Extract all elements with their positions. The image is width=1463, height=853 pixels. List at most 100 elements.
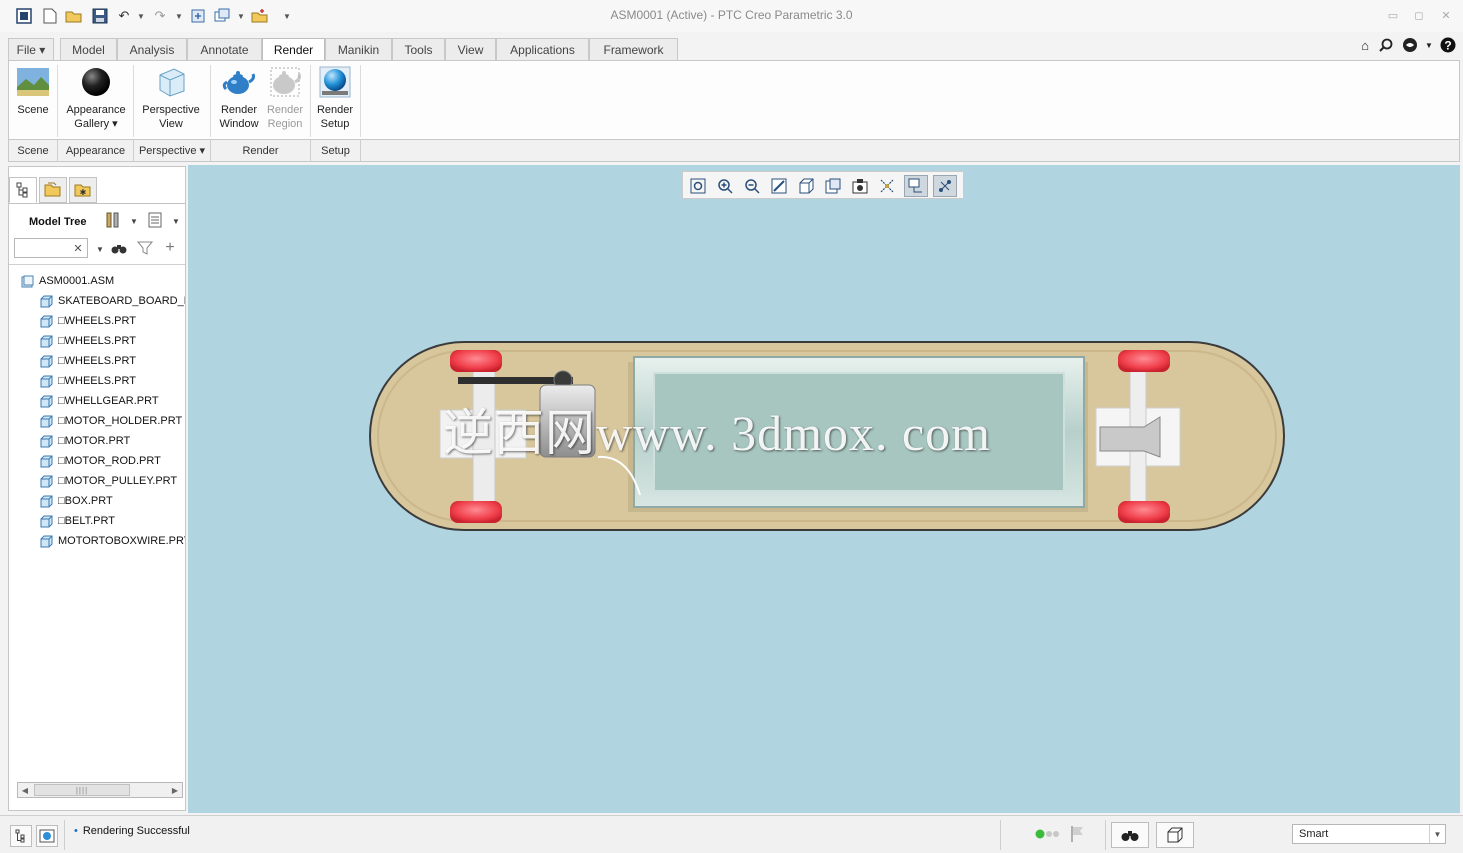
scroll-right-icon[interactable]: ▶ [168,783,182,797]
tree-item-part[interactable]: □WHEELS.PRT [9,351,185,371]
navigator-panel: ✱ Model Tree ▼ ▼ ✕ ▼ + ASM0001.ASM SKATE… [8,166,186,811]
minimize-icon[interactable]: ▭ [1384,6,1402,24]
settings-dropdown-icon[interactable]: ▼ [125,212,143,230]
tab-file[interactable]: File ▾ [8,38,54,60]
find-binoculars-icon[interactable] [110,239,128,257]
teapot-icon [222,65,256,99]
part-icon [40,495,53,507]
tree-item-part[interactable]: □BOX.PRT [9,491,185,511]
flag-icon[interactable] [1070,825,1086,843]
maximize-icon[interactable]: ◻ [1410,6,1428,24]
toggle-navigator-icon[interactable] [10,825,32,847]
assembly-icon [21,275,34,287]
tab-annotate[interactable]: Annotate [187,38,262,60]
zoom-out-icon[interactable] [740,175,764,197]
ribbon-separator [360,65,361,137]
zoom-in-icon[interactable] [713,175,737,197]
part-icon [40,295,53,307]
teapot-region-icon [268,65,302,99]
collapse-ribbon-icon[interactable]: ⌂ [1356,36,1374,54]
render-window-button[interactable]: Render Window [215,65,263,131]
ribbon-separator [133,65,134,137]
model-tree-header: Model Tree ▼ ▼ [9,203,185,233]
tree-item-part[interactable]: □BELT.PRT [9,511,185,531]
scrollbar-thumb[interactable]: |||| [34,784,130,796]
scene-icon [16,65,50,99]
community-icon[interactable] [1401,36,1419,54]
status-separator [64,820,65,850]
tab-applications[interactable]: Applications [496,38,589,60]
annotation-display-icon[interactable] [904,175,928,197]
ribbon-separator [210,65,211,137]
appearance-gallery-button[interactable]: Appearance Gallery ▾ [61,65,131,131]
render-region-button[interactable]: Render Region [263,65,307,131]
show-options-icon[interactable] [146,211,164,229]
toggle-browser-icon[interactable] [36,825,58,847]
tab-render[interactable]: Render [262,38,325,61]
selection-box-icon [1167,827,1183,843]
folder-browser-tab[interactable] [39,177,67,203]
favorites-tab[interactable]: ✱ [69,177,97,203]
horizontal-scrollbar[interactable]: ◀ |||| ▶ [17,782,183,798]
tree-item-part[interactable]: SKATEBOARD_BOARD_R [9,291,185,311]
saved-orientations-icon[interactable] [821,175,845,197]
tree-item-part[interactable]: □MOTOR_HOLDER.PRT [9,411,185,431]
folder-icon [44,182,61,197]
refit-icon[interactable] [686,175,710,197]
tree-item-part[interactable]: MOTORTOBOXWIRE.PRT [9,531,185,551]
regeneration-status-icon[interactable] [1034,827,1064,841]
settings-tools-icon[interactable] [104,211,122,229]
view-manager-icon[interactable] [848,175,872,197]
group-perspective[interactable]: Perspective ▾ [134,140,211,161]
tree-item-part[interactable]: □WHEELS.PRT [9,331,185,351]
tab-framework[interactable]: Framework [589,38,678,60]
show-dropdown-icon[interactable]: ▼ [167,212,185,230]
filter-icon[interactable] [136,239,154,257]
tree-item-assembly[interactable]: ASM0001.ASM [9,271,185,291]
wheel [1118,501,1170,523]
search-icon[interactable] [1377,36,1395,54]
part-icon [40,435,53,447]
tab-tools[interactable]: Tools [392,38,445,60]
tab-model[interactable]: Model [60,38,117,60]
tree-item-part[interactable]: □MOTOR_ROD.PRT [9,451,185,471]
graphics-toolbar [682,171,964,199]
group-scene[interactable]: Scene [9,140,58,161]
community-dropdown-icon[interactable]: ▼ [1420,36,1438,54]
perspective-view-button[interactable]: Perspective View [137,65,205,131]
find-binoculars-button[interactable] [1111,822,1149,848]
perspective-view-icon[interactable] [875,175,899,197]
display-style-icon[interactable] [794,175,818,197]
tab-view[interactable]: View [445,38,496,60]
scene-button[interactable]: Scene [13,65,53,117]
datum-display-icon[interactable] [933,175,957,197]
selection-button[interactable] [1156,822,1194,848]
watermark-text: 逆西网www. 3dmox. com [443,405,992,461]
scroll-left-icon[interactable]: ◀ [18,783,32,797]
tab-manikin[interactable]: Manikin [325,38,392,60]
status-message: • Rendering Successful [74,825,190,837]
chevron-down-icon[interactable]: ▼ [1429,825,1445,843]
render-setup-button[interactable]: Render Setup [313,65,357,131]
wheel [450,501,502,523]
clear-search-icon[interactable]: ✕ [71,240,85,256]
graphics-viewport[interactable]: 逆西网www. 3dmox. com [188,165,1460,813]
tree-item-part[interactable]: □MOTOR_PULLEY.PRT [9,471,185,491]
close-icon[interactable]: ✕ [1437,6,1455,24]
add-icon[interactable]: + [161,239,179,257]
tree-item-part[interactable]: □WHEELS.PRT [9,311,185,331]
ribbon-panel: Scene Appearance Gallery ▾ Perspective V… [8,60,1460,140]
repaint-icon[interactable] [767,175,791,197]
tree-item-part[interactable]: □MOTOR.PRT [9,431,185,451]
search-dropdown-icon[interactable]: ▼ [91,240,109,258]
selection-filter-select[interactable]: Smart ▼ [1292,824,1446,844]
tree-item-part[interactable]: □WHELLGEAR.PRT [9,391,185,411]
help-icon[interactable]: ? [1439,36,1457,54]
status-separator [1105,820,1106,850]
tab-analysis[interactable]: Analysis [117,38,187,60]
part-icon [40,475,53,487]
group-appearance[interactable]: Appearance [58,140,134,161]
tree-item-part[interactable]: □WHEELS.PRT [9,371,185,391]
model-tree-tab[interactable] [9,177,37,203]
ribbon-separator [310,65,311,137]
